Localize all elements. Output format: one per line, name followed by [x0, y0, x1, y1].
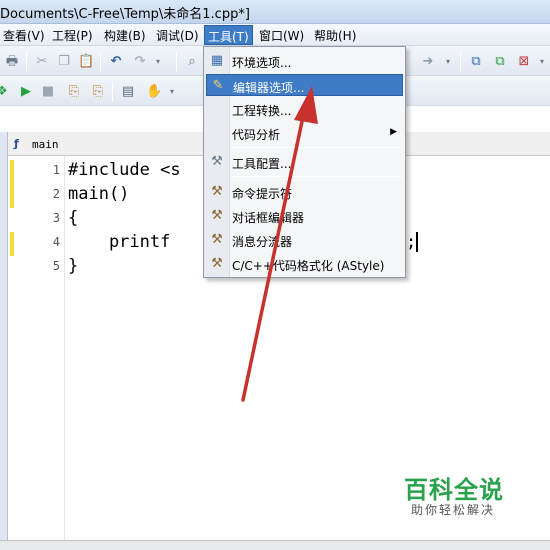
- menu-item-dialog-editor[interactable]: ⚒ 对话框编辑器: [206, 205, 403, 227]
- toolbar-separator: [100, 52, 101, 72]
- hammer-icon: ⚒: [211, 256, 223, 271]
- menu-item-environment-options[interactable]: ▦ 环境选项...: [206, 50, 403, 72]
- function-icon: ƒ: [14, 137, 19, 150]
- hand-icon[interactable]: ✋: [146, 84, 162, 100]
- run-icon[interactable]: ▶: [18, 84, 34, 100]
- menu-item-astyle-formatter[interactable]: ⚒ C/C++代码格式化 (AStyle): [206, 253, 403, 275]
- editor-left-strip: [0, 156, 8, 540]
- menu-item-label: 代码分析: [232, 128, 281, 142]
- menu-item-label: 编辑器选项...: [233, 81, 305, 95]
- toolbar-separator: [112, 82, 113, 102]
- line-number: 3: [52, 211, 60, 225]
- menu-view[interactable]: 查看(V): [0, 27, 48, 44]
- code-line: {: [68, 208, 79, 228]
- editor-options-icon: ✎: [212, 78, 224, 93]
- code-line: #include <s: [68, 160, 181, 180]
- menu-item-label: 消息分流器: [232, 235, 293, 249]
- bookmark-clear-icon[interactable]: ⊠: [516, 54, 532, 70]
- line-number-gutter: 1 2 3 4 5: [8, 156, 65, 540]
- watch-icon[interactable]: ▤: [120, 84, 136, 100]
- tools-menu-dropdown: ▦ 环境选项... ✎ 编辑器选项... 工程转换... 代码分析 ▶ ⚒ 工具…: [203, 46, 406, 278]
- stop-icon[interactable]: ■: [40, 84, 56, 100]
- code-line-tail: ;: [406, 232, 417, 252]
- watermark: 百科全说 助你轻松解决: [404, 470, 544, 520]
- copy-icon[interactable]: ❐: [56, 54, 72, 70]
- toolbar-separator: [460, 52, 461, 72]
- text-cursor: [416, 232, 418, 252]
- title-bar: Documents\C-Free\Temp\未命名1.cpp*]: [0, 0, 550, 24]
- menu-window[interactable]: 窗口(W): [256, 27, 307, 44]
- menu-item-editor-options[interactable]: ✎ 编辑器选项...: [206, 74, 403, 96]
- code-line: main(): [68, 184, 130, 204]
- step-into-icon[interactable]: ⎘: [66, 84, 82, 100]
- print-icon[interactable]: 🖶: [4, 54, 20, 70]
- environment-options-icon: ▦: [210, 53, 224, 68]
- window-title: Documents\C-Free\Temp\未命名1.cpp*]: [0, 7, 250, 22]
- hammer-icon: ⚒: [211, 208, 223, 223]
- redo-icon[interactable]: ↷: [132, 54, 148, 70]
- menu-item-label: 工具配置...: [232, 157, 292, 171]
- modified-line-marker: [10, 232, 14, 256]
- menu-tools[interactable]: 工具(T): [204, 25, 253, 45]
- toolbar-separator: [176, 52, 177, 72]
- menu-item-label: 对话框编辑器: [232, 211, 305, 225]
- code-line: printf: [68, 232, 171, 252]
- menu-separator: [232, 147, 402, 148]
- menu-project[interactable]: 工程(P): [49, 27, 96, 44]
- menu-help[interactable]: 帮助(H): [311, 27, 359, 44]
- step-over-icon[interactable]: ⎘: [90, 84, 106, 100]
- forward-dropdown-icon[interactable]: ▾: [440, 54, 456, 70]
- menu-item-label: 环境选项...: [232, 56, 292, 70]
- menu-item-label: 工程转换...: [232, 104, 292, 118]
- compile-icon[interactable]: ❖: [0, 84, 10, 100]
- menu-bar: 查看(V) 工程(P) 构建(B) 调试(D) 工具(T) 窗口(W) 帮助(H…: [0, 24, 550, 46]
- watermark-subtitle: 助你轻松解决: [411, 503, 496, 517]
- toolbar-dropdown-icon[interactable]: ▾: [164, 84, 180, 100]
- modified-line-marker: [10, 160, 14, 208]
- menu-item-tools-config[interactable]: ⚒ 工具配置...: [206, 151, 403, 173]
- menu-item-label: C/C++代码格式化 (AStyle): [232, 259, 385, 273]
- forward-icon[interactable]: ➜: [420, 54, 436, 70]
- line-number: 1: [52, 163, 60, 177]
- cut-icon[interactable]: ✂: [34, 54, 50, 70]
- toolbar-dropdown-icon[interactable]: ▾: [534, 54, 550, 70]
- line-number: 5: [52, 259, 60, 273]
- find-icon[interactable]: ⌕: [184, 54, 200, 70]
- menu-item-command-prompt[interactable]: ⚒ 命令提示符: [206, 181, 403, 203]
- menu-item-message-splitter[interactable]: ⚒ 消息分流器: [206, 229, 403, 251]
- line-number: 4: [52, 235, 60, 249]
- hammer-icon: ⚒: [211, 184, 223, 199]
- redo-dropdown-icon[interactable]: ▾: [150, 54, 166, 70]
- tools-config-icon: ⚒: [211, 154, 223, 169]
- menu-debug[interactable]: 调试(D): [153, 27, 202, 44]
- menu-item-code-analysis[interactable]: 代码分析 ▶: [206, 122, 403, 144]
- submenu-arrow-icon: ▶: [390, 127, 397, 137]
- hammer-icon: ⚒: [211, 232, 223, 247]
- bookmark-icon[interactable]: ⧉: [468, 54, 484, 70]
- current-function-name[interactable]: main: [32, 138, 59, 151]
- menu-separator: [232, 176, 402, 177]
- status-bar: [0, 540, 550, 550]
- toolbar-separator: [26, 52, 27, 72]
- undo-icon[interactable]: ↶: [108, 54, 124, 70]
- watermark-title: 百科全说: [404, 476, 504, 504]
- bookmark-next-icon[interactable]: ⧉: [492, 54, 508, 70]
- menu-build[interactable]: 构建(B): [101, 27, 149, 44]
- line-number: 2: [52, 187, 60, 201]
- menu-item-project-convert[interactable]: 工程转换...: [206, 98, 403, 120]
- menu-item-label: 命令提示符: [232, 187, 293, 201]
- code-line: }: [68, 256, 79, 276]
- paste-icon[interactable]: 📋: [78, 54, 94, 70]
- function-bar-edge: [0, 132, 8, 156]
